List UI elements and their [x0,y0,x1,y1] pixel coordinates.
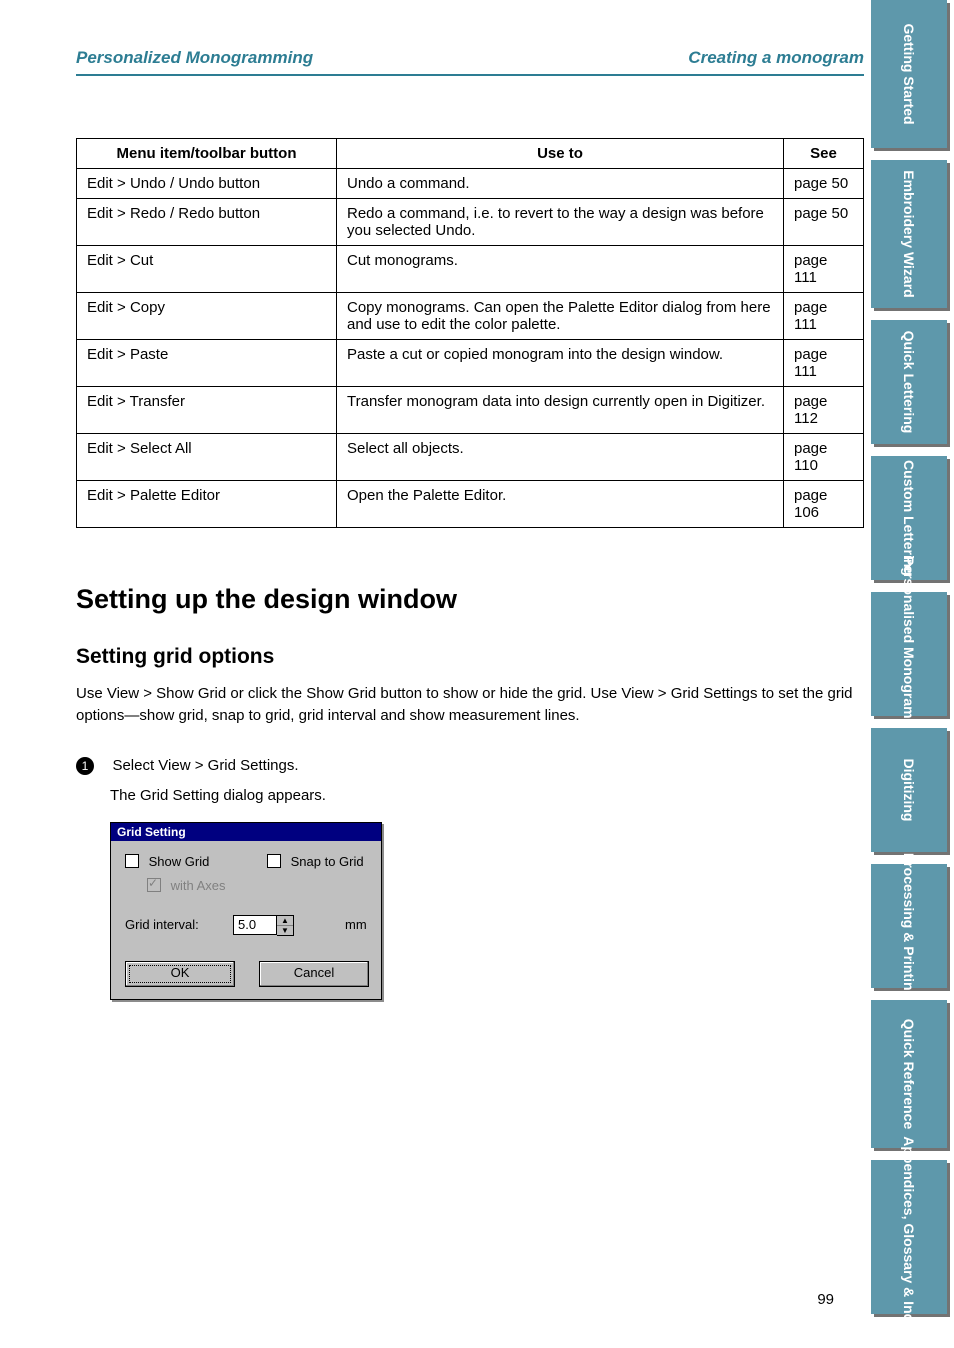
cell-see: page 50 [784,199,864,246]
cell-see: page 50 [784,169,864,199]
table-row: Edit > Copy Copy monograms. Can open the… [77,293,864,340]
tab-label: Getting Started [901,4,917,144]
grid-interval-label: Grid interval: [125,917,199,932]
cell-see: page 111 [784,340,864,387]
spinner-up-icon[interactable]: ▲ [277,916,293,926]
cell-use: Select all objects. [337,434,784,481]
tab-label: Processing & Printing [901,853,917,999]
with-axes-label: with Axes [171,878,226,893]
tab-label: Quick Lettering [901,312,917,452]
cell-menu: Edit > Transfer [77,387,337,434]
table-row: Edit > Transfer Transfer monogram data i… [77,387,864,434]
dialog-title: Grid Setting [111,823,381,841]
tab-embroidery-wizard[interactable]: Embroidery Wizard [871,160,947,308]
tab-label: Appendices, Glossary & Index [901,1136,917,1338]
with-axes-checkbox [147,878,161,892]
tab-getting-started[interactable]: Getting Started [871,0,947,148]
cell-see: page 111 [784,246,864,293]
cell-use: Paste a cut or copied monogram into the … [337,340,784,387]
cell-use: Transfer monogram data into design curre… [337,387,784,434]
cell-menu: Edit > Redo / Redo button [77,199,337,246]
cell-see: page 106 [784,481,864,528]
page-number: 99 [817,1291,834,1308]
tab-quick-lettering[interactable]: Quick Lettering [871,320,947,444]
section-body: Use View > Show Grid or click the Show G… [76,683,864,727]
table-row: Edit > Select All Select all objects. pa… [77,434,864,481]
cell-see: page 111 [784,293,864,340]
table-row: Edit > Undo / Undo button Undo a command… [77,169,864,199]
cell-use: Cut monograms. [337,246,784,293]
cell-menu: Edit > Copy [77,293,337,340]
cell-menu: Edit > Palette Editor [77,481,337,528]
cell-use: Redo a command, i.e. to revert to the wa… [337,199,784,246]
tab-monogramming[interactable]: Personalised Monogramming [871,592,947,716]
cell-use: Copy monograms. Can open the Palette Edi… [337,293,784,340]
tab-digitizing[interactable]: Digitizing [871,728,947,852]
step-1: 1 Select View > Grid Settings. [76,757,864,775]
table-row: Edit > Paste Paste a cut or copied monog… [77,340,864,387]
table-header-row: Menu item/toolbar button Use to See [77,139,864,169]
cell-menu: Edit > Undo / Undo button [77,169,337,199]
table-row: Edit > Redo / Redo button Redo a command… [77,199,864,246]
cell-menu: Edit > Cut [77,246,337,293]
cell-menu: Edit > Select All [77,434,337,481]
snap-to-grid-checkbox[interactable] [267,854,281,868]
tab-appendices[interactable]: Appendices, Glossary & Index [871,1160,947,1314]
cell-see: page 112 [784,387,864,434]
ok-button[interactable]: OK [125,961,235,987]
section-title: Setting up the design window [76,584,864,615]
show-grid-checkbox[interactable] [125,854,139,868]
show-grid-label: Show Grid [149,854,210,869]
page-header: Personalized Monogramming Creating a mon… [76,24,864,76]
menu-reference-table: Menu item/toolbar button Use to See Edit… [76,138,864,528]
step-result: The Grid Setting dialog appears. [110,787,864,804]
tab-label: Digitizing [901,759,917,822]
th-use: Use to [337,139,784,169]
th-menu: Menu item/toolbar button [77,139,337,169]
cell-menu: Edit > Paste [77,340,337,387]
tab-processing-printing[interactable]: Processing & Printing [871,864,947,988]
grid-interval-spinner[interactable]: ▲ ▼ [277,915,294,936]
side-tabs: Getting Started Embroidery Wizard Quick … [871,0,954,1314]
grid-interval-input[interactable] [233,915,277,935]
tab-label: Personalised Monogramming [901,556,917,752]
th-see: See [784,139,864,169]
cancel-button[interactable]: Cancel [259,961,369,987]
grid-interval-unit: mm [345,917,367,932]
grid-setting-dialog: Grid Setting Show Grid Snap to Grid with… [110,822,382,1000]
header-right: Creating a monogram [688,48,864,68]
tab-label: Embroidery Wizard [901,164,917,304]
tab-quick-reference[interactable]: Quick Reference [871,1000,947,1148]
cell-use: Open the Palette Editor. [337,481,784,528]
spinner-down-icon[interactable]: ▼ [277,926,293,935]
cell-use: Undo a command. [337,169,784,199]
step-number-icon: 1 [76,757,94,775]
tab-label: Quick Reference [901,1004,917,1144]
table-row: Edit > Palette Editor Open the Palette E… [77,481,864,528]
header-left: Personalized Monogramming [76,48,313,68]
step-text: Select View > Grid Settings. [112,757,298,774]
cell-see: page 110 [784,434,864,481]
snap-to-grid-label: Snap to Grid [291,854,364,869]
table-row: Edit > Cut Cut monograms. page 111 [77,246,864,293]
section-subtitle: Setting grid options [76,645,864,669]
